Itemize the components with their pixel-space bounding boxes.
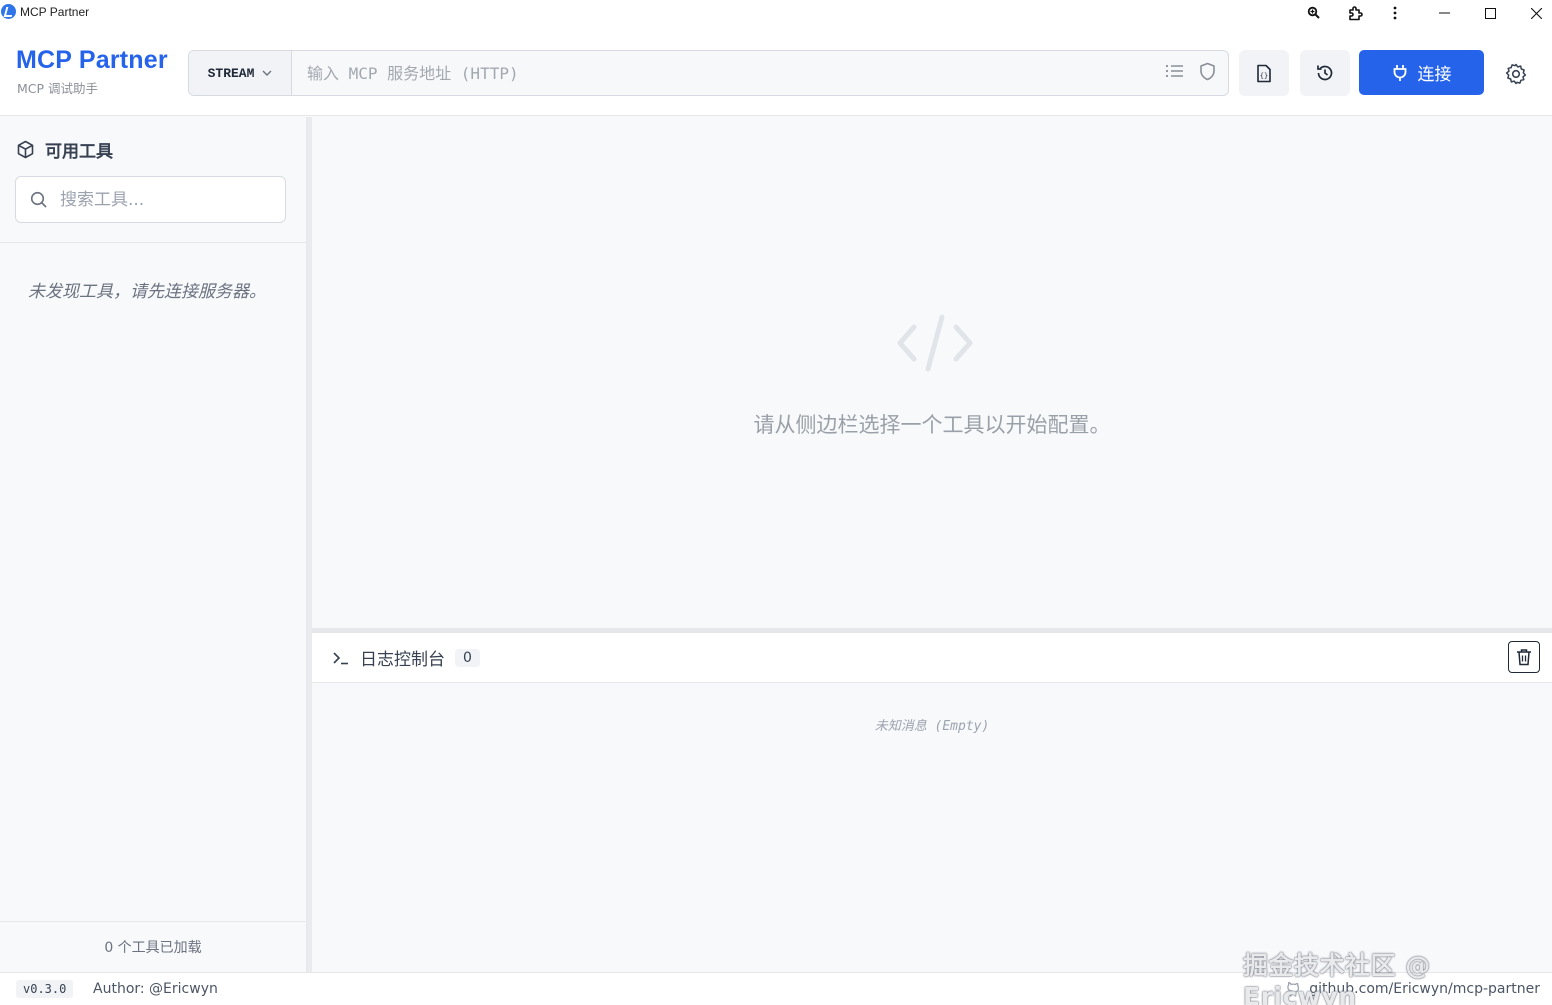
more-vertical-icon[interactable] xyxy=(1377,0,1413,26)
app-logo-icon xyxy=(1,4,16,19)
history-icon xyxy=(1317,65,1333,81)
gear-icon xyxy=(1505,63,1527,85)
file-code-icon: {} xyxy=(1257,64,1271,82)
shield-icon[interactable] xyxy=(1199,62,1216,85)
code-icon xyxy=(897,314,973,372)
extension-icon[interactable] xyxy=(1337,0,1373,26)
terminal-icon xyxy=(333,651,348,664)
history-button[interactable] xyxy=(1300,50,1350,96)
console-title[interactable]: 日志控制台 0 xyxy=(332,645,480,670)
app-header: MCP Partner MCP 调试助手 STREAM {} 连接 xyxy=(0,26,1552,116)
server-url-input[interactable] xyxy=(292,51,1165,95)
author-label: Author: @Ericwyn xyxy=(93,981,218,997)
tool-search-box xyxy=(15,176,286,223)
plug-icon xyxy=(1393,64,1406,81)
no-tools-message: 未发现工具，请先连接服务器。 xyxy=(28,282,266,302)
version-badge: v0.3.0 xyxy=(16,980,74,998)
svg-text:{}: {} xyxy=(1260,72,1268,80)
watermark: 掘金技术社区 @ Ericwyn xyxy=(1243,951,1431,1005)
tools-title: 可用工具 xyxy=(16,137,113,162)
transport-select[interactable]: STREAM xyxy=(189,51,292,95)
clear-logs-button[interactable] xyxy=(1508,641,1540,673)
minimize-icon[interactable] xyxy=(1426,0,1462,26)
console-empty-message: 未知消息 (Empty) xyxy=(874,719,990,734)
chevron-down-icon xyxy=(262,70,272,76)
console-title-label: 日志控制台 xyxy=(360,650,445,670)
window-title: MCP Partner xyxy=(20,5,90,19)
close-icon[interactable] xyxy=(1518,0,1552,26)
tools-title-label: 可用工具 xyxy=(45,142,113,162)
tools-loaded-count: 0 个工具已加载 xyxy=(0,921,306,972)
connect-label: 连接 xyxy=(1417,65,1452,84)
brand-subtitle: MCP 调试助手 xyxy=(17,81,99,96)
tool-search-input[interactable] xyxy=(60,189,260,210)
tool-config-panel: 请从侧边栏选择一个工具以开始配置。 xyxy=(312,117,1552,628)
server-url-bar: STREAM xyxy=(188,50,1229,96)
maximize-icon[interactable] xyxy=(1472,0,1508,26)
json-config-button[interactable]: {} xyxy=(1239,50,1289,96)
trash-icon xyxy=(1517,649,1531,666)
sidebar-header: 可用工具 xyxy=(0,117,306,243)
list-icon[interactable] xyxy=(1165,63,1185,83)
transport-label: STREAM xyxy=(207,65,255,81)
window-titlebar: MCP Partner xyxy=(0,0,1552,26)
settings-button[interactable] xyxy=(1500,58,1532,90)
tools-sidebar: 可用工具 未发现工具，请先连接服务器。 0 个工具已加载 xyxy=(0,117,307,972)
connect-button[interactable]: 连接 xyxy=(1359,50,1484,95)
box-icon xyxy=(17,140,34,159)
search-icon xyxy=(30,191,47,208)
select-tool-message: 请从侧边栏选择一个工具以开始配置。 xyxy=(753,413,1111,437)
console-header: 日志控制台 0 xyxy=(312,633,1552,683)
log-count-badge: 0 xyxy=(455,648,480,667)
brand-title: MCP Partner xyxy=(16,46,168,74)
log-console: 日志控制台 0 未知消息 (Empty) xyxy=(312,633,1552,972)
zoom-icon[interactable] xyxy=(1296,0,1332,26)
